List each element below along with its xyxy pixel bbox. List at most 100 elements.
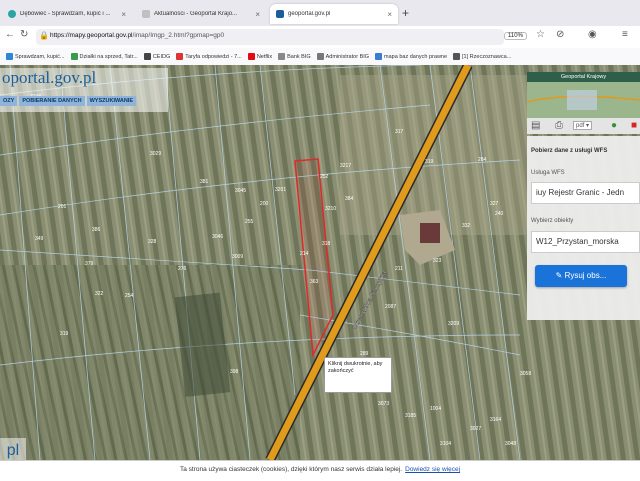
tab-label: Aktualności - Geoportal Krajo... — [154, 11, 238, 17]
parcel-number: 379 — [85, 261, 94, 267]
close-tab-icon[interactable]: × — [255, 10, 260, 19]
parcel-number: 3046 — [212, 234, 223, 240]
back-icon[interactable]: ← — [5, 29, 15, 40]
parcel-number: 255 — [245, 219, 254, 225]
bookmark-label: Taryfa odpowiedzi - 7... — [185, 53, 242, 60]
logo-text: oportal.gov.pl — [2, 68, 97, 87]
bookmark-item[interactable]: Taryfa odpowiedzi - 7... — [176, 53, 242, 60]
bookmark-item[interactable]: Działki na sprzed, Tatr... — [70, 53, 138, 60]
bookmark-icon — [453, 53, 461, 60]
parcel-number: 363 — [310, 279, 319, 285]
star-icon[interactable]: ☆ — [536, 29, 545, 40]
layers-icon[interactable]: ▤ — [531, 120, 540, 131]
parcel-number: 3210 — [325, 206, 336, 212]
menu-geoportal[interactable]: OZY — [0, 96, 18, 106]
format-select[interactable]: pdf ▾ — [573, 121, 593, 130]
parcel-number: 284 — [478, 157, 487, 163]
bookmark-item[interactable]: Sprawdzam, kupić... — [6, 53, 65, 60]
layer-select[interactable]: W12_Przystan_morska — [531, 231, 640, 253]
bookmarks-bar: Sprawdzam, kupić... Działki na sprzed, Ta… — [0, 48, 640, 66]
bookmark-label: Działki na sprzed, Tatr... — [79, 53, 138, 60]
bookmark-icon — [247, 53, 255, 60]
parcel-number: 332 — [462, 223, 471, 229]
bookmark-icon — [375, 53, 383, 60]
draw-area-button[interactable]: ✎ Rysuj obs... — [535, 265, 627, 287]
parcel-number: 252 — [320, 174, 329, 180]
menu-icon[interactable]: ≡ — [622, 29, 628, 40]
parcel-number: 3164 — [490, 417, 501, 423]
parcel-number: 3209 — [448, 321, 459, 327]
map-toolbar: ▤ ⎙ pdf ▾ ● ■ — [527, 118, 640, 134]
menu-pobieranie-danych[interactable]: POBIERANIE DANYCH — [19, 96, 85, 106]
close-icon[interactable]: ■ — [631, 120, 637, 131]
globe-icon[interactable]: ● — [611, 120, 617, 131]
parcel-number: 214 — [300, 251, 309, 257]
pocket-icon[interactable]: ⊘ — [556, 29, 564, 40]
cookie-banner: Ta strona używa ciasteczek (cookies), dz… — [0, 460, 640, 481]
print-icon[interactable]: ⎙ — [555, 120, 563, 131]
panel-title: Pobierz dane z usługi WFS — [531, 148, 608, 154]
parcel-number: 319 — [425, 159, 434, 165]
bookmark-label: Bank BIG — [287, 53, 311, 60]
bookmark-item[interactable]: Administrator BIG — [316, 53, 369, 60]
tab-1[interactable]: Dębowiec - Sprawdzam, kupić i ... × — [2, 4, 132, 24]
tab-favicon-icon — [8, 10, 16, 18]
overview-map[interactable]: Geoportal Krajowy — [527, 72, 640, 118]
top-menu: OZY POBIERANIE DANYCH WYSZUKIWANIE — [0, 96, 138, 106]
parcel-number: 3185 — [405, 413, 416, 419]
cookie-more-link[interactable]: Dowiedz się więcej — [405, 466, 460, 473]
parcel-number: 319 — [60, 331, 69, 337]
parcel-number: 240 — [495, 211, 504, 217]
parcel-number: 200 — [260, 201, 269, 207]
service-label: Usługa WFS — [531, 170, 565, 176]
zoom-indicator[interactable]: 110% — [504, 32, 527, 40]
bookmark-item[interactable]: Netflix — [247, 53, 272, 60]
tab-2[interactable]: Aktualności - Geoportal Krajo... × — [136, 4, 266, 24]
parcel-number: 398 — [230, 369, 239, 375]
parcel-number: 349 — [35, 236, 44, 242]
bookmark-icon — [316, 53, 324, 60]
parcel-number: 322 — [95, 291, 104, 297]
parcel-number: 201 — [58, 204, 67, 210]
parcel-number: 3045 — [235, 188, 246, 194]
close-tab-icon[interactable]: × — [387, 10, 392, 19]
bookmark-label: CEIDG — [152, 53, 171, 60]
draw-tooltip: Kliknij dwukrotnie, aby zakończyć — [324, 357, 392, 393]
parcel-number: 328 — [148, 239, 157, 245]
tab-favicon-icon — [142, 10, 150, 18]
reload-icon[interactable]: ↻ — [20, 29, 28, 40]
menu-wyszukiwanie[interactable]: WYSZUKIWANIE — [86, 96, 136, 106]
parcel-number: 3027 — [470, 426, 481, 432]
tab-label: geoportal.gov.pl — [288, 11, 331, 17]
bookmark-item[interactable]: Bank BIG — [278, 53, 311, 60]
parcel-number: 3073 — [378, 401, 389, 407]
parcel-number: 317 — [395, 129, 404, 135]
parcel-number: 254 — [125, 293, 134, 299]
new-tab-button[interactable]: + — [402, 6, 409, 20]
parcel-number: 3029 — [150, 151, 161, 157]
bookmark-label: Sprawdzam, kupić... — [15, 53, 65, 60]
bookmark-icon — [6, 53, 13, 60]
parcel-number: 2087 — [385, 304, 396, 310]
parcel-number: 381 — [200, 179, 209, 185]
bookmark-item[interactable]: mapa baz danych prawne — [375, 53, 447, 60]
overview-title: Geoportal Krajowy — [527, 72, 640, 82]
bookmark-item[interactable]: CEIDG — [143, 53, 171, 60]
wfs-panel: Pobierz dane z usługi WFS Usługa WFS iuy… — [527, 136, 640, 320]
address-bar[interactable]: 🔒 https://mapy.geoportal.gov.pl/imap/Img… — [36, 29, 504, 45]
parcel-number: 3009 — [232, 254, 243, 260]
bookmark-icon — [176, 53, 184, 60]
service-select[interactable]: iuy Rejestr Granic - Jedn — [531, 182, 640, 204]
draw-icon: ✎ — [555, 271, 565, 280]
parcel-number: 384 — [345, 196, 354, 202]
close-tab-icon[interactable]: × — [121, 10, 126, 19]
parcel-number: 1004 — [430, 406, 441, 412]
parcel-number: 318 — [322, 241, 331, 247]
bookmark-label: [1] Rzeczoznawca... — [462, 53, 512, 60]
tab-3[interactable]: geoportal.gov.pl × — [270, 4, 398, 24]
bookmark-icon — [70, 53, 78, 60]
layer-label: Wybierz obiekty — [531, 218, 574, 224]
parcel-number: 3201 — [275, 187, 286, 193]
account-icon[interactable]: ◉ — [588, 29, 597, 40]
bookmark-item[interactable]: [1] Rzeczoznawca... — [453, 53, 511, 60]
